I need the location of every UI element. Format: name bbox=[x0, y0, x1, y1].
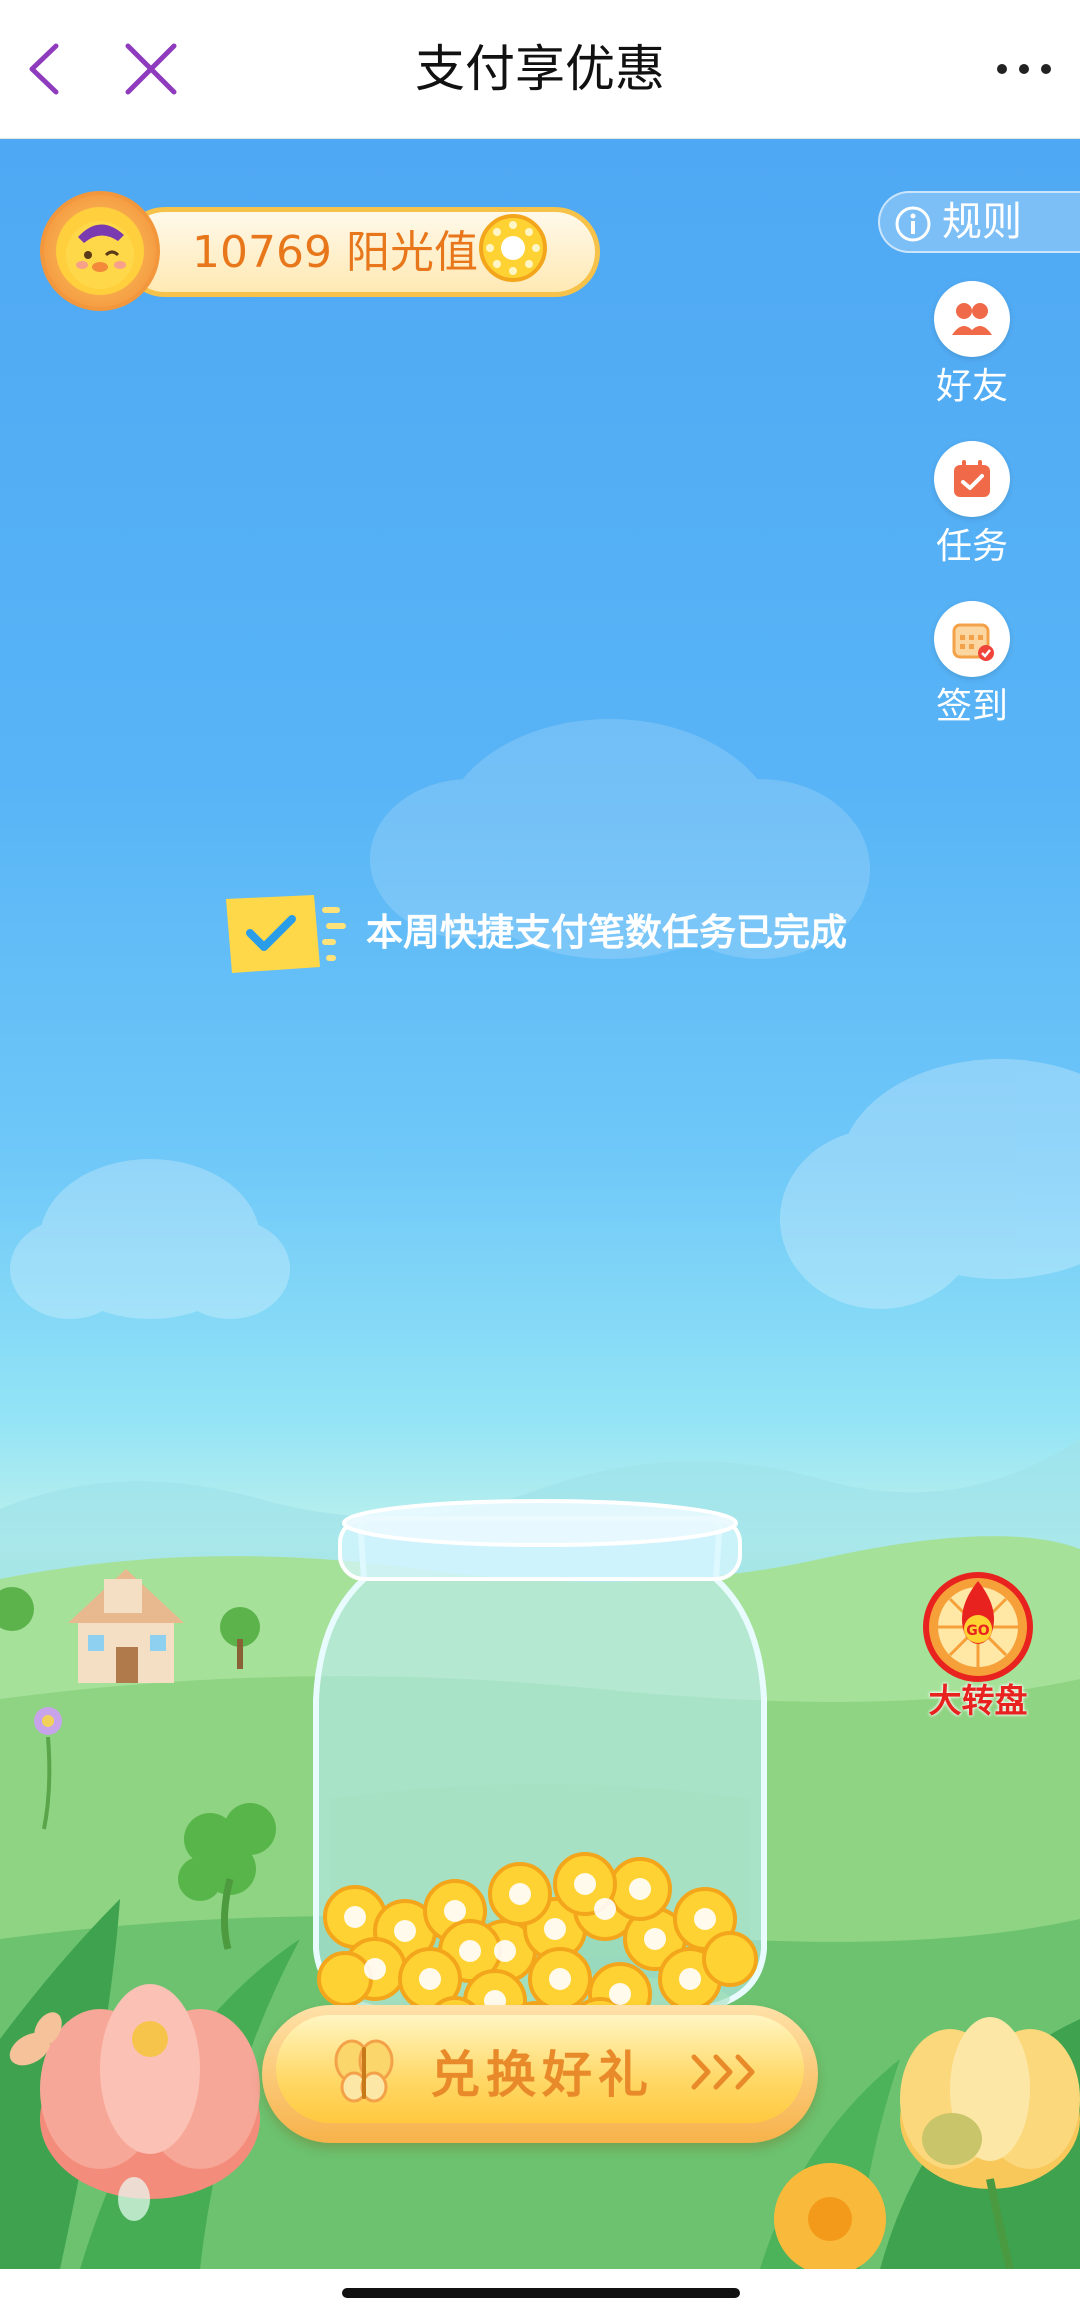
redeem-gifts-button[interactable]: 兑换好礼 bbox=[262, 2005, 818, 2143]
scene-background bbox=[0, 719, 1080, 2269]
info-icon bbox=[895, 206, 931, 242]
friends-label: 好友 bbox=[935, 366, 1008, 407]
chick-avatar-icon bbox=[66, 221, 134, 289]
svg-text:GO: GO bbox=[966, 1623, 989, 1639]
lucky-wheel-icon: GO bbox=[923, 1572, 1033, 1682]
game-scene: 10769 阳光值 规则 好友 任务 签到 本周快捷支付笔数任务已完成 GO 大… bbox=[0, 139, 1080, 2269]
sunshine-balance[interactable]: 10769 阳光值 bbox=[40, 191, 600, 311]
friends-button[interactable]: 好友 bbox=[922, 281, 1022, 411]
avatar[interactable] bbox=[40, 191, 160, 311]
rules-label: 规则 bbox=[942, 199, 1022, 245]
checkin-icon-circle bbox=[934, 601, 1010, 677]
checkin-label: 签到 bbox=[935, 686, 1008, 727]
more-button[interactable] bbox=[992, 44, 1056, 94]
task-calendar-icon bbox=[954, 460, 990, 497]
friends-icon-circle bbox=[934, 281, 1010, 357]
triple-chevron-right-icon bbox=[691, 2054, 755, 2090]
butterfly-icon bbox=[334, 2039, 394, 2103]
top-navigation-bar: 支付享优惠 bbox=[0, 0, 1080, 139]
flower-bud bbox=[922, 2113, 982, 2165]
home-indicator[interactable] bbox=[342, 2288, 740, 2298]
task-complete-text: 本周快捷支付笔数任务已完成 bbox=[366, 911, 847, 954]
tasks-button[interactable]: 任务 bbox=[922, 441, 1022, 571]
checkbox-flag-icon bbox=[226, 895, 346, 973]
sunshine-coin-icon bbox=[478, 213, 548, 283]
tasks-label: 任务 bbox=[935, 526, 1008, 567]
page-title: 支付享优惠 bbox=[415, 40, 665, 98]
task-complete-notice: 本周快捷支付笔数任务已完成 bbox=[222, 889, 902, 979]
friends-icon bbox=[952, 303, 992, 335]
more-dots-icon bbox=[997, 64, 1051, 74]
redeem-gifts-label: 兑换好礼 bbox=[430, 2046, 654, 2104]
checkin-calendar-icon bbox=[952, 623, 994, 661]
lucky-wheel-label: 大转盘 bbox=[928, 1681, 1028, 1720]
sunshine-balance-value: 10769 阳光值 bbox=[192, 227, 478, 278]
rules-button[interactable]: 规则 bbox=[878, 191, 1080, 253]
cloud-left bbox=[10, 1159, 290, 1319]
tasks-icon-circle bbox=[934, 441, 1010, 517]
checkin-button[interactable]: 签到 bbox=[922, 601, 1022, 731]
lucky-wheel-button[interactable]: GO 大转盘 bbox=[918, 1571, 1038, 1721]
cloud-right bbox=[780, 1059, 1080, 1309]
